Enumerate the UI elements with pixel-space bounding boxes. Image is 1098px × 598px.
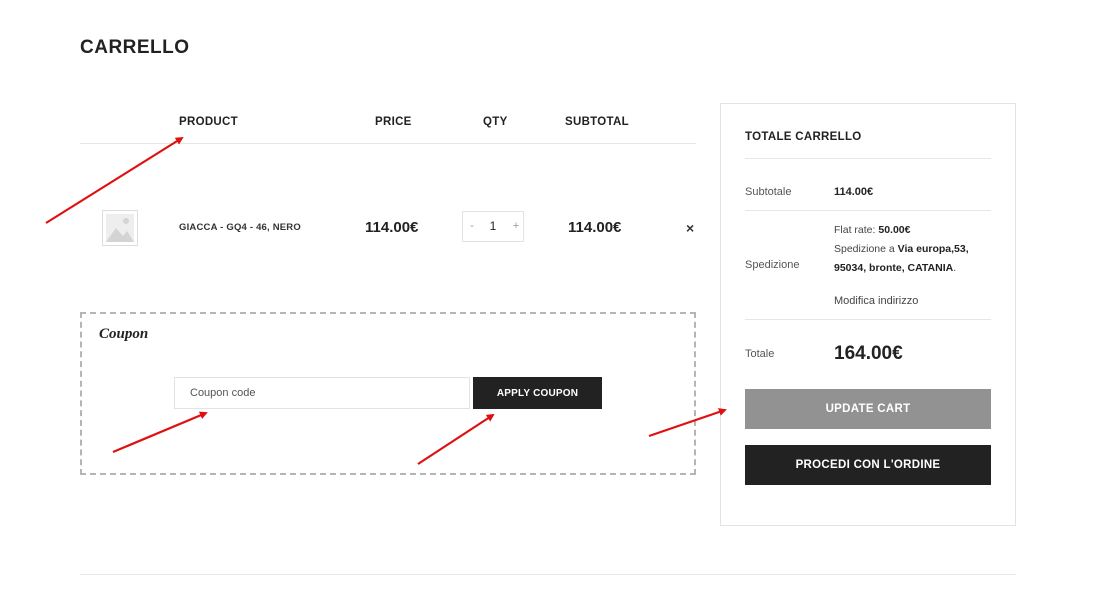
shipping-address-suffix: . xyxy=(953,262,957,274)
change-address-link[interactable]: Modifica indirizzo xyxy=(834,295,918,307)
coupon-code-input[interactable] xyxy=(174,377,470,409)
shipping-rate-value: 50.00€ xyxy=(878,224,911,236)
close-icon[interactable]: × xyxy=(686,220,694,236)
shipping-address-line1: Via europa,53, xyxy=(897,243,969,255)
totals-divider xyxy=(745,158,991,159)
shipping-to-prefix: Spedizione a xyxy=(834,243,898,255)
header-product: PRODUCT xyxy=(179,116,238,128)
qty-increase-button[interactable]: + xyxy=(507,212,525,241)
subtotal-label: Subtotale xyxy=(745,186,792,198)
totals-divider xyxy=(745,210,991,211)
product-price: 114.00€ xyxy=(365,219,419,236)
total-label: Totale xyxy=(745,348,775,360)
shipping-destination: Spedizione a Via europa,53, xyxy=(834,240,994,259)
qty-value[interactable]: 1 xyxy=(481,212,505,241)
coupon-title: Coupon xyxy=(99,326,149,342)
shipping-rate: Flat rate: 50.00€ xyxy=(834,221,994,240)
shipping-details: Flat rate: 50.00€ Spedizione a Via europ… xyxy=(834,221,994,278)
shipping-label: Spedizione xyxy=(745,259,800,271)
page-title: CARRELLO xyxy=(80,37,190,58)
header-subtotal: SUBTOTAL xyxy=(565,116,629,128)
product-name-link[interactable]: GIACCA - GQ4 - 46, NERO xyxy=(179,222,301,233)
total-value: 164.00€ xyxy=(834,343,903,364)
update-cart-button[interactable]: UPDATE CART xyxy=(745,389,991,429)
product-subtotal: 114.00€ xyxy=(568,219,622,236)
qty-decrease-button[interactable]: - xyxy=(463,212,481,241)
image-placeholder-icon[interactable] xyxy=(102,210,138,246)
header-price: PRICE xyxy=(375,116,412,128)
quantity-stepper[interactable]: - 1 + xyxy=(462,211,524,242)
shipping-rate-label: Flat rate: xyxy=(834,224,879,236)
shipping-destination-cont: 95034, bronte, CATANIA. xyxy=(834,259,994,278)
footer-divider xyxy=(80,574,1016,575)
shipping-address-line2: 95034, bronte, CATANIA xyxy=(834,262,954,274)
subtotal-value: 114.00€ xyxy=(834,186,874,198)
header-qty: QTY xyxy=(483,116,508,128)
apply-coupon-button[interactable]: APPLY COUPON xyxy=(473,377,602,409)
checkout-button[interactable]: PROCEDI CON L'ORDINE xyxy=(745,445,991,485)
totals-divider xyxy=(745,319,991,320)
cart-totals-title: TOTALE CARRELLO xyxy=(745,131,862,143)
